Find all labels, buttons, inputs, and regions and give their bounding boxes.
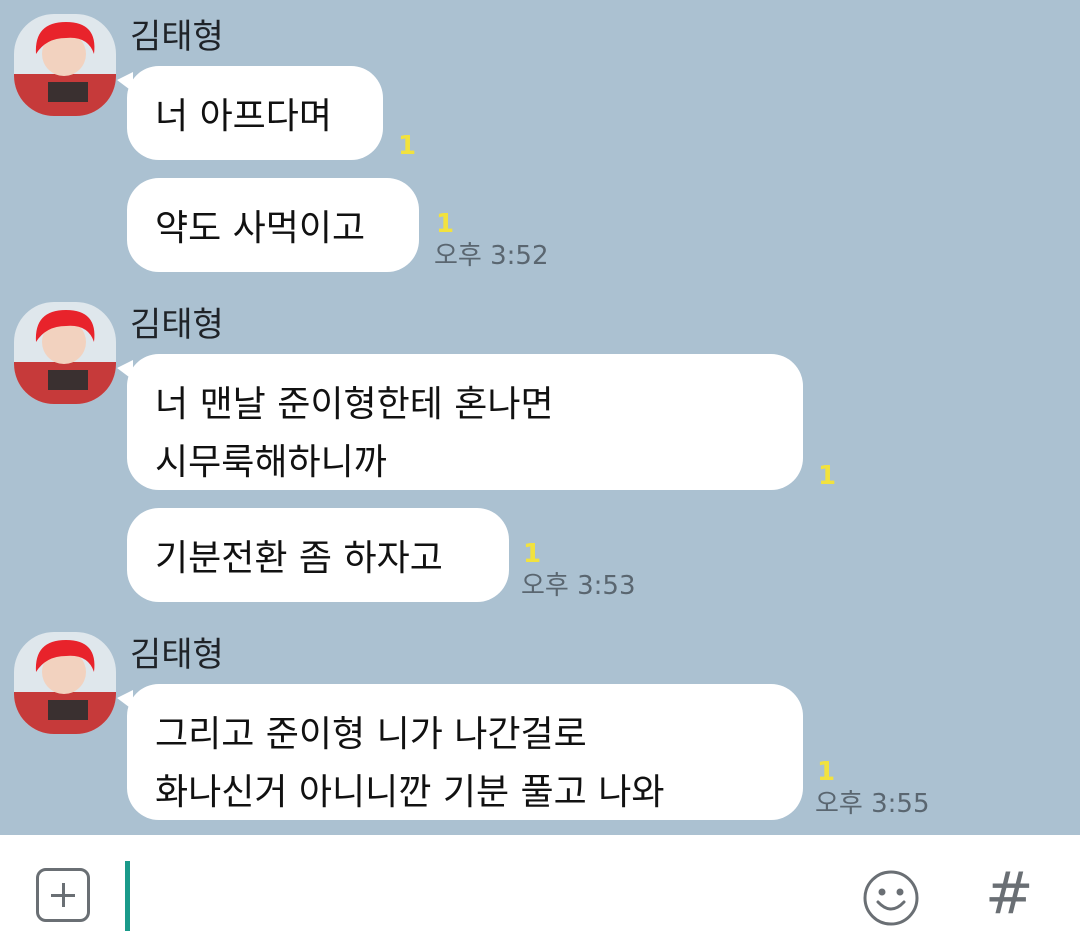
profile-avatar[interactable] <box>14 14 116 116</box>
unread-count: 1 <box>818 461 837 491</box>
message-text: 너 맨날 준이형한테 혼나면 <box>155 384 554 425</box>
message-bubble[interactable]: 기분전환 좀 하자고 <box>127 508 509 602</box>
hash-icon[interactable]: # <box>985 863 1034 923</box>
message-input[interactable] <box>125 861 130 931</box>
message-input-bar: # <box>0 835 1080 950</box>
sender-name: 김태형 <box>130 17 224 57</box>
sender-name: 김태형 <box>130 305 224 345</box>
message-time: 오후 3:52 <box>434 241 549 271</box>
message-text: 너 아프다며 <box>155 96 333 137</box>
avatar-image <box>14 302 116 404</box>
profile-avatar[interactable] <box>14 302 116 404</box>
message-time: 오후 3:53 <box>521 571 636 601</box>
smiley-icon[interactable] <box>862 869 920 927</box>
message-text: 그리고 준이형 니가 나간걸로 <box>155 714 587 755</box>
plus-square-icon[interactable] <box>36 868 90 922</box>
message-bubble[interactable]: 약도 사먹이고 <box>127 178 419 272</box>
avatar-image <box>14 14 116 116</box>
message-text: 약도 사먹이고 <box>155 208 366 249</box>
message-bubble[interactable]: 너 맨날 준이형한테 혼나면 시무룩해하니까 <box>127 354 803 490</box>
sender-name: 김태형 <box>130 635 224 675</box>
message-text: 기분전환 좀 하자고 <box>155 538 443 579</box>
unread-count: 1 <box>523 539 542 569</box>
chat-area[interactable]: 김태형 너 아프다며 1 약도 사먹이고 1 오후 3:52 김태형 너 맨날 … <box>0 0 1080 835</box>
profile-avatar[interactable] <box>14 632 116 734</box>
message-text: 시무룩해하니까 <box>155 442 387 483</box>
unread-count: 1 <box>398 131 417 161</box>
message-bubble[interactable]: 너 아프다며 <box>127 66 383 160</box>
message-text: 화나신거 아니니깐 기분 풀고 나와 <box>155 772 665 813</box>
unread-count: 1 <box>436 209 455 239</box>
avatar-image <box>14 632 116 734</box>
message-bubble[interactable]: 그리고 준이형 니가 나간걸로 화나신거 아니니깐 기분 풀고 나와 <box>127 684 803 820</box>
unread-count: 1 <box>817 757 836 787</box>
message-time: 오후 3:55 <box>815 789 930 819</box>
